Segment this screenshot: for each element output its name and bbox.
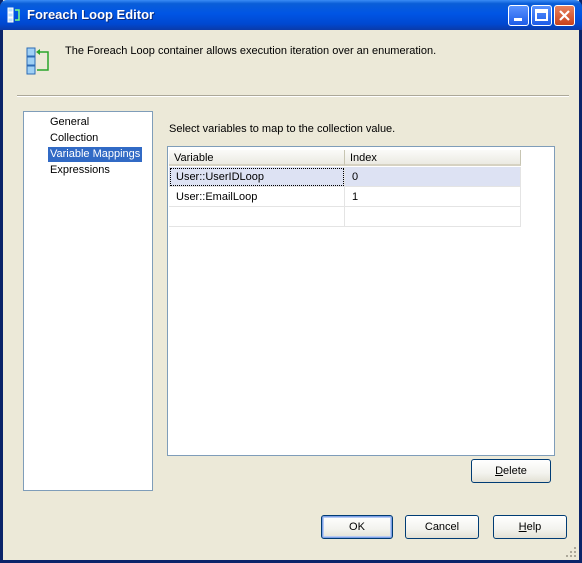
mapping-instruction: Select variables to map to the collectio… (169, 123, 396, 135)
ok-button[interactable]: OK (321, 515, 393, 539)
resize-grip-icon[interactable] (565, 546, 577, 558)
help-button[interactable]: Help (493, 515, 567, 539)
maximize-icon (535, 9, 548, 21)
column-header-variable[interactable]: Variable (169, 150, 345, 166)
delete-button[interactable]: Delete (471, 459, 551, 483)
nav-item-general[interactable]: General (48, 115, 91, 130)
page-navigation-list[interactable]: General Collection Variable Mappings Exp… (23, 111, 153, 491)
minimize-icon (514, 18, 522, 21)
help-button-mnemonic: H (518, 521, 527, 533)
nav-item-variable-mappings[interactable]: Variable Mappings (48, 147, 143, 162)
header-description: The Foreach Loop container allows execut… (65, 45, 437, 57)
close-icon (559, 10, 570, 21)
nav-item-collection[interactable]: Collection (48, 131, 100, 146)
cancel-button[interactable]: Cancel (405, 515, 479, 539)
variable-cell[interactable]: User::UserIDLoop (169, 167, 345, 187)
column-header-index[interactable]: Index (345, 150, 521, 166)
minimize-button[interactable] (508, 5, 529, 26)
foreach-loop-container-icon (26, 47, 49, 75)
delete-button-mnemonic: D (495, 465, 504, 477)
variable-cell[interactable]: User::EmailLoop (169, 187, 345, 207)
new-variable-cell[interactable] (169, 207, 345, 227)
new-index-cell[interactable] (345, 207, 521, 227)
close-button[interactable] (554, 5, 575, 26)
header-separator-highlight (17, 96, 569, 97)
foreach-loop-editor-window: Foreach Loop Editor The Foreach Loop con… (0, 0, 582, 563)
foreach-loop-icon (7, 7, 20, 23)
help-button-label: elp (526, 521, 542, 533)
window-title: Foreach Loop Editor (27, 7, 155, 22)
variable-mappings-grid[interactable]: Variable Index User::UserIDLoop 0 User::… (167, 146, 555, 456)
index-cell[interactable]: 1 (345, 187, 521, 207)
nav-item-expressions[interactable]: Expressions (48, 163, 112, 178)
delete-button-label: elete (503, 465, 527, 477)
maximize-button[interactable] (531, 5, 552, 26)
index-cell[interactable]: 0 (345, 167, 521, 187)
title-bar[interactable]: Foreach Loop Editor (0, 0, 582, 30)
